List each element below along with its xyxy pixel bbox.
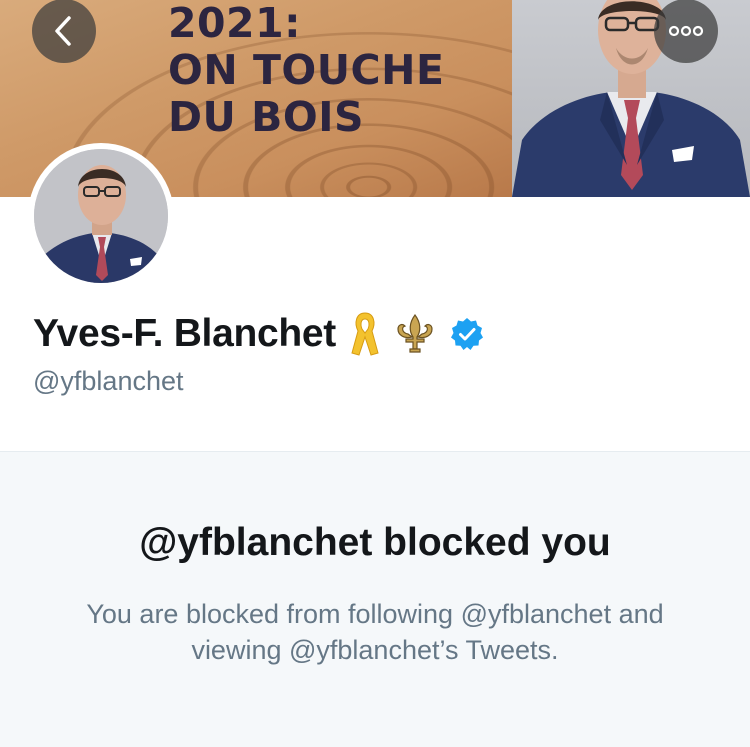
blocked-title: @yfblanchet blocked you	[139, 521, 611, 564]
profile-display-name-row: Yves-F. Blanchet	[33, 310, 484, 358]
banner-headline-line-1: 2021:	[168, 0, 302, 47]
yellow-ribbon-icon	[350, 311, 380, 357]
back-button[interactable]	[32, 0, 96, 63]
more-horizontal-icon	[668, 25, 704, 37]
display-name: Yves-F. Blanchet	[33, 312, 336, 355]
profile-handle: @yfblanchet	[33, 366, 184, 396]
more-options-button[interactable]	[654, 0, 718, 63]
blocked-description: You are blocked from following @yfblanch…	[86, 599, 664, 665]
avatar[interactable]	[28, 143, 174, 289]
banner-headline: 2021: ON TOUCHE DU BOIS	[168, 0, 498, 141]
fleur-de-lis-icon	[394, 313, 436, 355]
avatar-photo	[34, 149, 168, 283]
avatar-portrait	[34, 149, 168, 283]
chevron-left-icon	[55, 16, 71, 46]
banner-headline-line-3: DU BOIS	[168, 93, 364, 141]
banner-headline-line-2: ON TOUCHE	[168, 46, 445, 94]
verified-badge-icon	[450, 317, 484, 351]
